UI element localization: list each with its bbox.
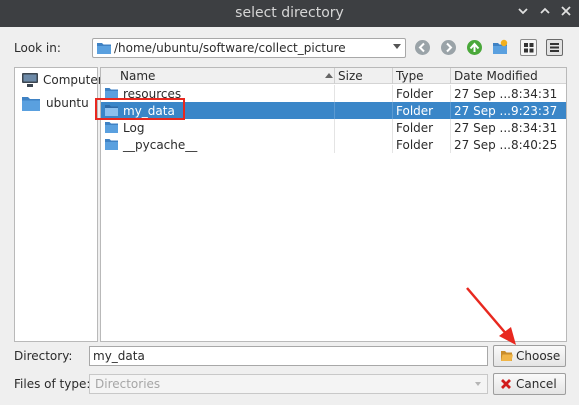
file-date: 27 Sep ...9:23:37 — [454, 104, 558, 118]
forward-icon[interactable] — [440, 39, 457, 56]
cancel-button[interactable]: Cancel — [493, 373, 566, 395]
path-text: /home/ubuntu/software/collect_picture — [114, 41, 346, 55]
column-header-type[interactable]: Type — [396, 69, 424, 84]
directory-input-value: my_data — [93, 349, 145, 363]
path-combo[interactable]: /home/ubuntu/software/collect_picture — [92, 38, 406, 58]
folder-icon — [97, 43, 111, 54]
column-header-date[interactable]: Date Modified — [454, 69, 538, 84]
files-of-type-combo[interactable]: Directories — [89, 374, 488, 394]
directory-input[interactable]: my_data — [89, 346, 488, 366]
choose-button[interactable]: Choose — [493, 345, 566, 367]
window-title: select directory — [235, 5, 344, 21]
computer-icon — [22, 73, 38, 87]
file-name: __pycache__ — [123, 138, 198, 152]
file-name: Log — [123, 121, 145, 135]
column-header-name[interactable]: Name — [120, 69, 155, 84]
file-date: 27 Sep ...8:40:25 — [454, 138, 558, 152]
sort-ascending-icon — [325, 73, 333, 78]
look-in-label: Look in: — [14, 41, 61, 55]
choose-label: Choose — [516, 349, 561, 363]
sidebar-item-label: Computer — [43, 73, 103, 87]
list-header: Name Size Type Date Modified — [101, 68, 566, 84]
sidebar-item-computer[interactable]: Computer — [19, 70, 103, 90]
chevron-down-icon[interactable] — [515, 5, 531, 21]
sidebar-item-ubuntu[interactable]: ubuntu — [19, 93, 97, 113]
places-sidebar: Computer ubuntu — [14, 67, 103, 342]
dropdown-arrow-icon — [475, 382, 481, 386]
file-type: Folder — [396, 121, 434, 135]
list-item[interactable]: __pycache__ Folder 27 Sep ...8:40:25 — [101, 136, 566, 153]
chevron-up-icon[interactable] — [537, 5, 553, 21]
dropdown-arrow-icon — [393, 44, 401, 49]
file-date: 27 Sep ...8:34:31 — [454, 121, 558, 135]
icon-view-icon[interactable] — [520, 39, 537, 56]
back-icon[interactable] — [414, 39, 431, 56]
file-type: Folder — [396, 138, 434, 152]
new-folder-icon[interactable] — [492, 39, 509, 56]
folder-open-icon — [501, 351, 513, 361]
folder-icon — [105, 122, 118, 133]
detail-view-icon[interactable] — [546, 39, 563, 56]
column-header-size[interactable]: Size — [338, 69, 363, 84]
highlight-annotation — [95, 98, 185, 120]
folder-icon — [22, 97, 40, 111]
sidebar-item-label: ubuntu — [46, 96, 89, 110]
directory-label: Directory: — [14, 349, 73, 363]
file-date: 27 Sep ...8:34:31 — [454, 87, 558, 101]
title-bar: select directory — [0, 0, 579, 27]
file-type: Folder — [396, 104, 434, 118]
cancel-label: Cancel — [516, 377, 557, 391]
list-item[interactable]: Log Folder 27 Sep ...8:34:31 — [101, 119, 566, 136]
files-of-type-label: Files of type: — [14, 377, 91, 391]
cancel-icon — [501, 379, 511, 389]
close-icon[interactable] — [558, 5, 574, 21]
files-of-type-value: Directories — [95, 377, 161, 391]
folder-icon — [105, 139, 118, 150]
file-type: Folder — [396, 87, 434, 101]
parent-dir-icon[interactable] — [466, 39, 483, 56]
file-dialog: select directory Look in: /home/ubuntu/s… — [0, 0, 579, 405]
